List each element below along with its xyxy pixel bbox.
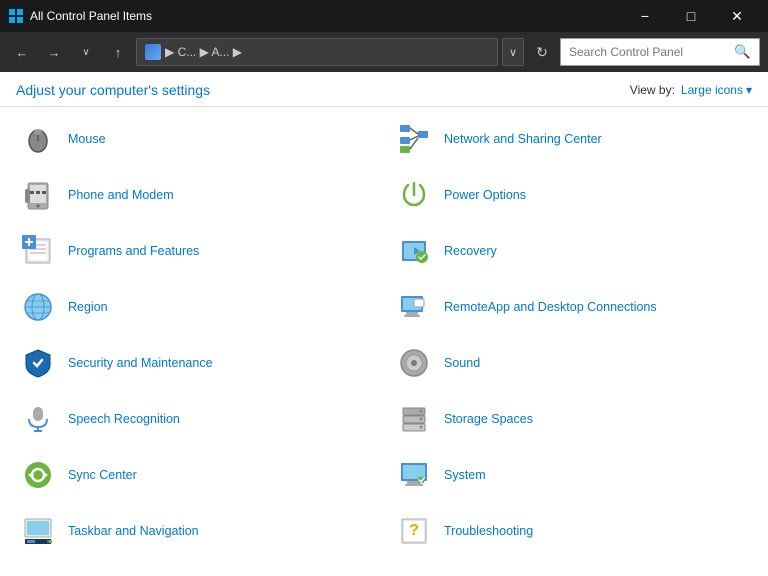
maximize-button[interactable]: □ <box>668 0 714 32</box>
sound-icon <box>394 343 434 383</box>
control-item-storage-spaces[interactable]: Storage Spaces <box>384 391 760 447</box>
page-title: Adjust your computer's settings <box>16 82 210 98</box>
view-option-button[interactable]: Large icons ▾ <box>681 83 752 97</box>
control-item-speech-recognition[interactable]: Speech Recognition <box>8 391 384 447</box>
address-bar-icon <box>145 44 161 60</box>
content-header: Adjust your computer's settings View by:… <box>0 72 768 107</box>
app-icon <box>8 8 24 24</box>
taskbar-navigation-icon <box>18 511 58 551</box>
recovery-icon <box>394 231 434 271</box>
programs-features-icon <box>18 231 58 271</box>
control-item-region[interactable]: Region <box>8 279 384 335</box>
view-by-section: View by: Large icons ▾ <box>630 83 752 97</box>
remoteapp-label: RemoteApp and Desktop Connections <box>444 299 657 315</box>
system-label: System <box>444 467 486 483</box>
network-sharing-label: Network and Sharing Center <box>444 131 602 147</box>
control-item-remoteapp[interactable]: RemoteApp and Desktop Connections <box>384 279 760 335</box>
control-item-system[interactable]: System <box>384 447 760 503</box>
search-bar[interactable]: 🔍 <box>560 38 760 66</box>
control-item-phone-modem[interactable]: Phone and Modem <box>8 167 384 223</box>
programs-features-label: Programs and Features <box>68 243 199 259</box>
system-icon <box>394 455 434 495</box>
troubleshooting-icon: ? <box>394 511 434 551</box>
sync-center-icon <box>18 455 58 495</box>
window-title: All Control Panel Items <box>30 9 622 23</box>
back-button[interactable]: ← <box>8 38 36 66</box>
control-item-recovery[interactable]: Recovery <box>384 223 760 279</box>
address-bar[interactable]: ▶ C... ▶ A... ▶ <box>136 38 498 66</box>
content-area: Adjust your computer's settings View by:… <box>0 72 768 576</box>
power-options-label: Power Options <box>444 187 526 203</box>
mouse-icon <box>18 119 58 159</box>
navigation-bar: ← → ∨ ↑ ▶ C... ▶ A... ▶ ∨ ↻ 🔍 <box>0 32 768 72</box>
troubleshooting-label: Troubleshooting <box>444 523 533 539</box>
control-item-network-sharing[interactable]: Network and Sharing Center <box>384 111 760 167</box>
speech-recognition-icon <box>18 399 58 439</box>
view-by-label: View by: <box>630 83 675 97</box>
search-icon[interactable]: 🔍 <box>734 44 751 60</box>
region-icon <box>18 287 58 327</box>
storage-spaces-label: Storage Spaces <box>444 411 533 427</box>
storage-spaces-icon <box>394 399 434 439</box>
svg-text:?: ? <box>409 522 419 539</box>
recovery-label: Recovery <box>444 243 497 259</box>
up-button[interactable]: ↑ <box>104 38 132 66</box>
sound-label: Sound <box>444 355 480 371</box>
control-item-security-maintenance[interactable]: Security and Maintenance <box>8 335 384 391</box>
window-controls: − □ ✕ <box>622 0 760 32</box>
control-item-power-options[interactable]: Power Options <box>384 167 760 223</box>
remoteapp-icon <box>394 287 434 327</box>
speech-recognition-label: Speech Recognition <box>68 411 180 427</box>
search-input[interactable] <box>569 45 734 59</box>
control-item-sync-center[interactable]: Sync Center <box>8 447 384 503</box>
items-grid: Mouse Network and Sharing Center Phone and… <box>0 107 768 563</box>
control-item-mouse[interactable]: Mouse <box>8 111 384 167</box>
security-maintenance-label: Security and Maintenance <box>68 355 213 371</box>
network-sharing-icon <box>394 119 434 159</box>
security-maintenance-icon <box>18 343 58 383</box>
control-item-troubleshooting[interactable]: ? Troubleshooting <box>384 503 760 559</box>
mouse-label: Mouse <box>68 131 106 147</box>
control-item-programs-features[interactable]: Programs and Features <box>8 223 384 279</box>
title-bar: All Control Panel Items − □ ✕ <box>0 0 768 32</box>
phone-modem-icon <box>18 175 58 215</box>
close-button[interactable]: ✕ <box>714 0 760 32</box>
control-item-taskbar-navigation[interactable]: Taskbar and Navigation <box>8 503 384 559</box>
minimize-button[interactable]: − <box>622 0 668 32</box>
phone-modem-label: Phone and Modem <box>68 187 174 203</box>
power-options-icon <box>394 175 434 215</box>
address-dropdown-button[interactable]: ∨ <box>502 38 524 66</box>
refresh-button[interactable]: ↻ <box>528 38 556 66</box>
taskbar-navigation-label: Taskbar and Navigation <box>68 523 199 539</box>
control-item-sound[interactable]: Sound <box>384 335 760 391</box>
forward-button[interactable]: → <box>40 38 68 66</box>
address-text: ▶ C... ▶ A... ▶ <box>165 45 242 59</box>
dropdown-recent-button[interactable]: ∨ <box>72 38 100 66</box>
sync-center-label: Sync Center <box>68 467 137 483</box>
region-label: Region <box>68 299 108 315</box>
